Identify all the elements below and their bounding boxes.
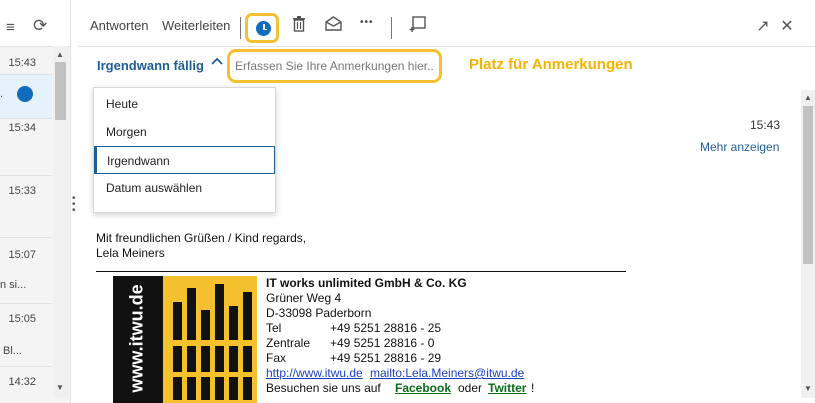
popout-note-icon[interactable] — [406, 16, 428, 38]
signature-street: Grüner Weg 4 — [266, 291, 342, 305]
list-item-fragment: n si... — [0, 279, 27, 291]
show-more-link[interactable]: Mehr anzeigen — [700, 140, 779, 154]
snooze-options-menu: Heute Morgen Irgendwann Datum auswählen — [93, 87, 276, 213]
list-item-fragment: Bl... — [3, 345, 22, 357]
email-link[interactable]: mailto:Lela.Meiners@itwu.de — [370, 366, 524, 380]
signature-central-value: +49 5251 28816 - 0 — [330, 336, 435, 350]
scroll-down-icon[interactable]: ▼ — [56, 383, 64, 392]
message-time: 15:43 — [750, 118, 781, 132]
scroll-up-icon[interactable]: ▲ — [804, 93, 812, 102]
sender-name: Lela Meiners — [96, 246, 165, 260]
menu-item-someday[interactable]: Irgendwann — [94, 146, 275, 174]
signature-fax-label: Fax — [266, 351, 287, 365]
twitter-link[interactable]: Twitter — [488, 381, 526, 395]
list-item-time: 15:33 — [8, 185, 36, 197]
signature-or-text: oder — [458, 381, 483, 395]
logo-graphic — [169, 284, 255, 400]
forward-button[interactable]: Weiterleiten — [162, 18, 230, 33]
signature-visit-text: Besuchen sie uns auf — [266, 381, 381, 395]
filter-icon[interactable]: ≡ — [6, 19, 15, 36]
snooze-note-row: Irgendwann fällig Platz für Anmerkungen — [78, 46, 815, 86]
clock-icon — [256, 21, 271, 36]
mark-read-icon[interactable] — [322, 16, 344, 38]
pane-resize-handle[interactable]: • • • — [72, 194, 76, 216]
logo-url-text: www.itwu.de — [126, 284, 147, 393]
greeting-text: Mit freundlichen Grüßen / Kind regards, — [96, 231, 307, 245]
list-divider — [0, 118, 52, 119]
expand-icon[interactable]: ↗ — [752, 16, 774, 38]
scroll-up-icon[interactable]: ▲ — [56, 50, 64, 59]
company-logo: www.itwu.de — [113, 276, 257, 403]
menu-item-today[interactable]: Heute — [94, 90, 275, 118]
more-actions-button[interactable]: ••• — [360, 17, 374, 28]
toolbar-separator — [240, 17, 241, 39]
chevron-up-icon[interactable] — [211, 55, 223, 69]
snooze-button[interactable] — [245, 13, 279, 43]
list-item-time: 15:34 — [8, 122, 36, 134]
reading-scrollbar-thumb[interactable] — [803, 106, 813, 264]
refresh-icon[interactable]: ⟳ — [33, 16, 47, 36]
menu-item-tomorrow[interactable]: Morgen — [94, 118, 275, 146]
close-icon[interactable]: ✕ — [776, 16, 798, 38]
list-divider — [0, 303, 52, 304]
delete-icon[interactable] — [288, 16, 310, 38]
list-divider — [0, 175, 52, 176]
list-toolbar: ≡ ⟳ — [0, 0, 70, 47]
signature-city: D-33098 Paderborn — [266, 306, 372, 320]
signature-divider — [96, 271, 626, 272]
list-item-time: 15:43 — [8, 57, 36, 69]
reply-button[interactable]: Antworten — [90, 18, 149, 33]
list-divider — [0, 237, 52, 238]
list-item-time: 15:07 — [8, 249, 36, 261]
snooze-dropdown-toggle[interactable]: Irgendwann fällig — [97, 58, 204, 73]
list-item-time: 14:32 — [8, 376, 36, 388]
signature-tel-value: +49 5251 28816 - 25 — [330, 321, 442, 335]
note-input[interactable] — [235, 55, 435, 77]
signature-exclaim: ! — [531, 381, 535, 395]
list-divider — [0, 74, 52, 75]
signature-tel-label: Tel — [266, 321, 282, 335]
menu-item-pick-date[interactable]: Datum auswählen — [94, 174, 275, 202]
signature-company: IT works unlimited GmbH & Co. KG — [266, 276, 467, 290]
website-link[interactable]: http://www.itwu.de — [266, 366, 363, 380]
signature-central-label: Zentrale — [266, 336, 311, 350]
scroll-down-icon[interactable]: ▼ — [804, 384, 812, 393]
snooze-clock-icon — [17, 86, 33, 102]
list-scrollbar-thumb[interactable] — [55, 62, 66, 120]
list-divider — [0, 366, 52, 367]
facebook-link[interactable]: Facebook — [395, 381, 451, 395]
list-item-time: 15:05 — [8, 313, 36, 325]
note-annotation-label: Platz für Anmerkungen — [469, 56, 633, 73]
note-input-highlight — [227, 49, 442, 83]
signature-fax-value: +49 5251 28816 - 29 — [330, 351, 442, 365]
reading-toolbar: Antworten Weiterleiten ••• ↗ ✕ — [78, 8, 815, 47]
list-item-fragment: . — [0, 88, 4, 100]
toolbar-separator — [391, 17, 392, 39]
